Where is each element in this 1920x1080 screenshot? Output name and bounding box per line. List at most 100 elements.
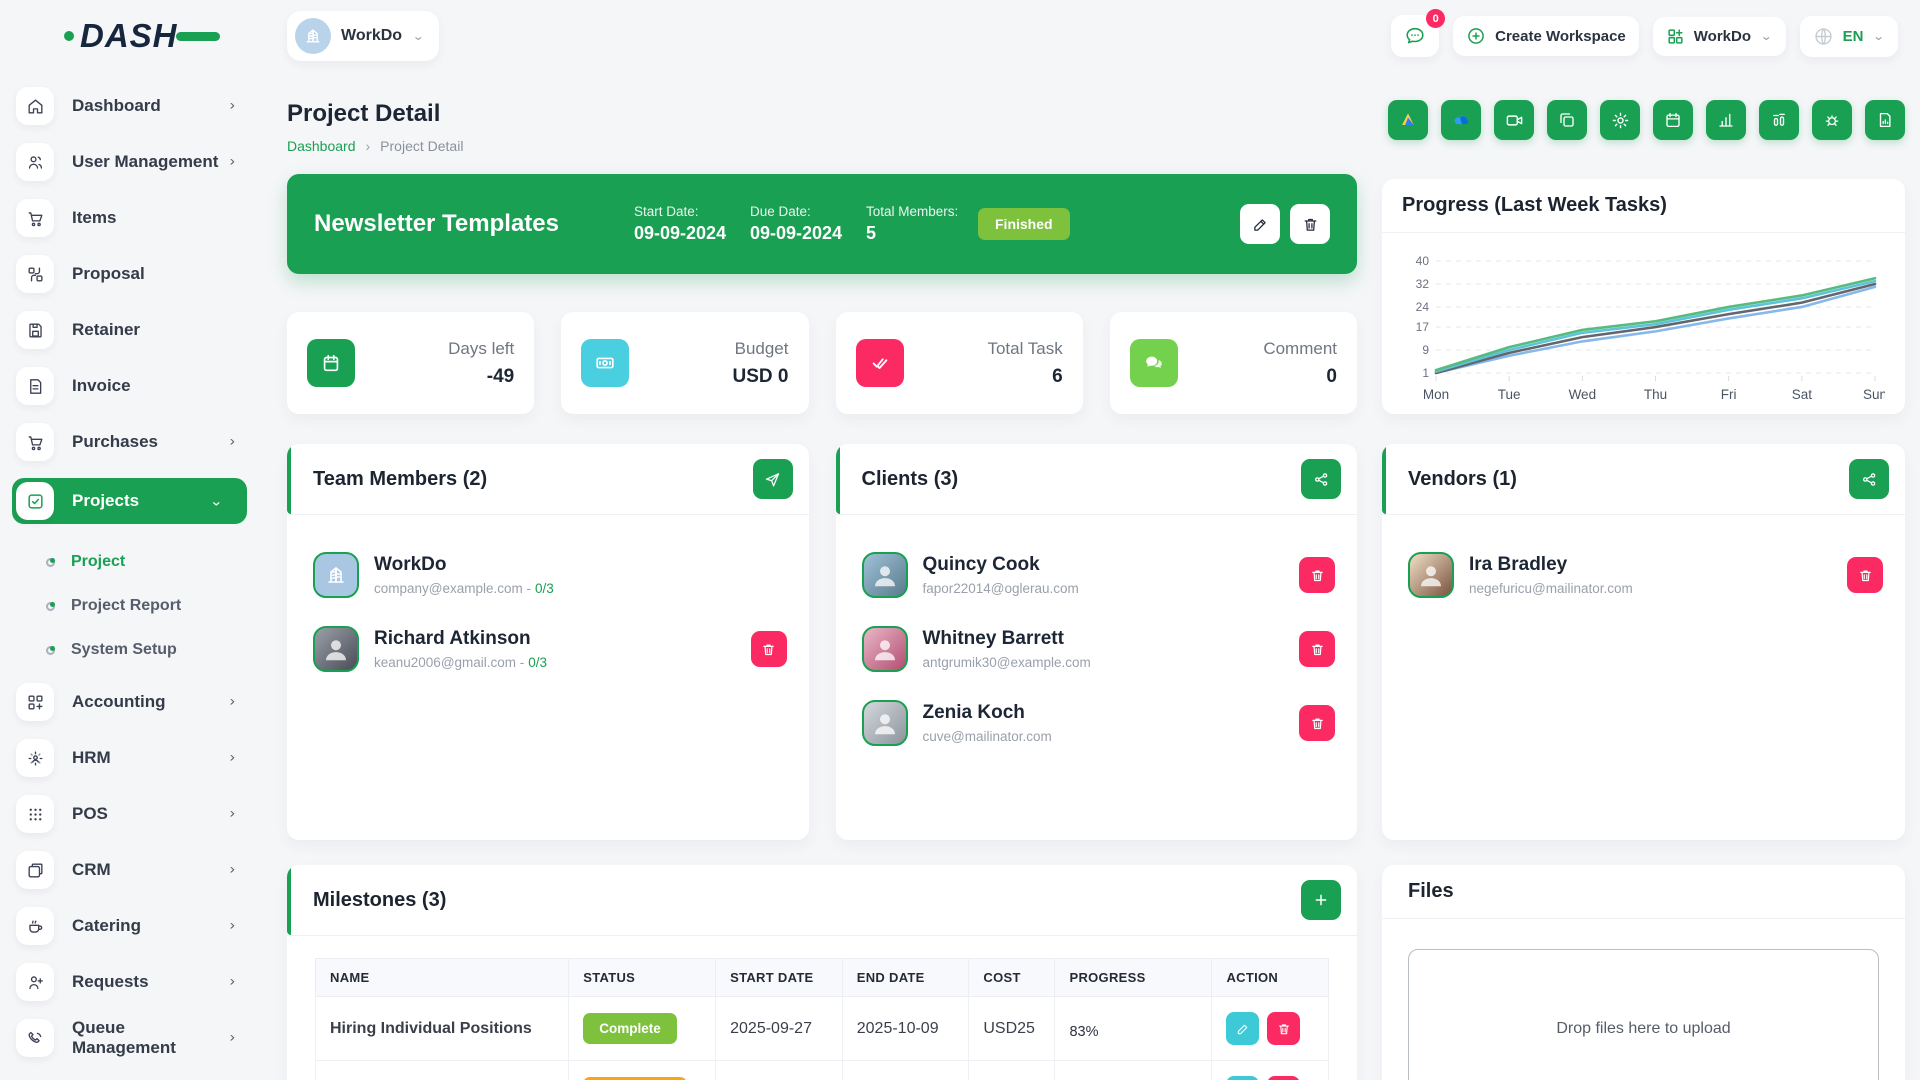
add-milestone-button[interactable] <box>1301 880 1341 920</box>
remove-client-button[interactable] <box>1299 705 1335 741</box>
column-header: NAME <box>316 959 569 997</box>
edit-milestone-button[interactable] <box>1226 1012 1259 1045</box>
member-email: cuve@mailinator.com <box>923 729 1052 744</box>
share-vendors-button[interactable] <box>1849 459 1889 499</box>
remove-member-button[interactable] <box>751 631 787 667</box>
pencil-icon <box>1252 216 1269 233</box>
report-file-button[interactable] <box>1865 100 1905 140</box>
copy-button[interactable] <box>1547 100 1587 140</box>
svg-text:1: 1 <box>1422 366 1429 380</box>
sidebar-item-catering[interactable]: Catering › <box>16 906 247 946</box>
stat-budget: Budget USD 0 <box>561 312 808 414</box>
progress-chart-title: Progress (Last Week Tasks) <box>1402 194 1667 217</box>
sidebar-item-queue-management[interactable]: Queue Management › <box>16 1018 247 1058</box>
svg-text:Sat: Sat <box>1792 387 1813 402</box>
cart-icon <box>16 199 54 237</box>
sidebar-item-purchases[interactable]: Purchases › <box>16 422 247 462</box>
workspace-menu[interactable]: WorkDo ⌄ <box>1653 17 1786 56</box>
sidebar-item-invoice[interactable]: Invoice <box>16 366 247 406</box>
chevron-right-icon: › <box>230 750 235 765</box>
sidebar-item-accounting[interactable]: Accounting › <box>16 682 247 722</box>
progress-chart-card: Progress (Last Week Tasks) 4032241791Mon… <box>1382 179 1905 414</box>
sidebar-subitem-system-setup[interactable]: System Setup <box>16 628 247 672</box>
sidebar-item-crm[interactable]: CRM › <box>16 850 247 890</box>
sidebar-item-retainer[interactable]: Retainer <box>16 310 247 350</box>
column-header: END DATE <box>842 959 969 997</box>
member-name: Zenia Koch <box>923 702 1052 724</box>
bar-chart-icon <box>1717 111 1735 129</box>
sidebar-subitem-project-report[interactable]: Project Report <box>16 584 247 628</box>
column-header: COST <box>969 959 1055 997</box>
column-header: PROGRESS <box>1055 959 1212 997</box>
delete-milestone-button[interactable] <box>1267 1012 1300 1045</box>
onedrive-button[interactable] <box>1441 100 1481 140</box>
remove-vendor-button[interactable] <box>1847 557 1883 593</box>
video-meeting-button[interactable] <box>1494 100 1534 140</box>
chevron-down-icon: ⌄ <box>1760 30 1773 42</box>
line-chart: 4032241791MonTueWedThuFriSatSun <box>1382 233 1905 407</box>
onedrive-icon <box>1450 109 1472 131</box>
edit-milestone-button[interactable] <box>1226 1076 1259 1080</box>
member-email: negefuricu@mailinator.com <box>1469 581 1633 596</box>
avatar <box>1408 552 1454 598</box>
sidebar-item-requests[interactable]: Requests › <box>16 962 247 1002</box>
breadcrumb-separator: › <box>366 138 371 154</box>
sidebar-item-dashboard[interactable]: Dashboard › <box>16 86 247 126</box>
tracker-button[interactable] <box>1759 100 1799 140</box>
share-clients-button[interactable] <box>1301 459 1341 499</box>
invite-member-button[interactable] <box>753 459 793 499</box>
team-members-card: Team Members (2) WorkDo company@example.… <box>287 444 809 840</box>
logo-text: DASH <box>80 17 178 55</box>
status-badge: Complete <box>583 1013 677 1044</box>
workspace-avatar-icon <box>295 18 331 54</box>
delete-project-button[interactable] <box>1290 204 1330 244</box>
edit-project-button[interactable] <box>1240 204 1280 244</box>
sidebar-subitem-project[interactable]: Project <box>16 540 247 584</box>
sidebar-item-proposal[interactable]: Proposal <box>16 254 247 294</box>
sidebar-item-items[interactable]: Items <box>16 198 247 238</box>
page-title: Project Detail <box>287 100 463 128</box>
trash-icon <box>1858 568 1873 583</box>
total-members-block: Total Members: 5 <box>866 204 964 244</box>
gear-icon <box>1611 111 1630 130</box>
language-selector[interactable]: EN ⌄ <box>1800 16 1898 57</box>
target-user-icon <box>16 739 54 777</box>
team-members-title: Team Members (2) <box>313 468 487 491</box>
chevron-right-icon: › <box>230 806 235 821</box>
workspace-switcher[interactable]: WorkDo ⌄ <box>287 11 439 61</box>
messages-button[interactable]: 0 <box>1391 15 1439 57</box>
bug-report-button[interactable] <box>1812 100 1852 140</box>
file-dropzone[interactable]: Drop files here to upload <box>1408 949 1879 1080</box>
remove-client-button[interactable] <box>1299 557 1335 593</box>
plus-circle-icon <box>1466 26 1486 46</box>
delete-milestone-button[interactable] <box>1267 1076 1300 1080</box>
chevron-down-icon: ⌄ <box>1872 30 1885 42</box>
trash-icon <box>1310 642 1325 657</box>
sidebar-item-user-management[interactable]: User Management › <box>16 142 247 182</box>
bullet-icon <box>46 602 55 611</box>
google-drive-button[interactable] <box>1388 100 1428 140</box>
sidebar-item-pos[interactable]: POS › <box>16 794 247 834</box>
bullet-icon <box>46 646 55 655</box>
team-member-row: WorkDo company@example.com -0/3 <box>313 545 787 605</box>
milestones-table: NAME STATUS START DATE END DATE COST PRO… <box>315 958 1329 1080</box>
bullet-icon <box>46 558 55 567</box>
check-square-icon <box>16 482 54 520</box>
svg-text:9: 9 <box>1422 343 1429 357</box>
sidebar-item-projects[interactable]: Projects ⌄ <box>12 478 247 524</box>
create-workspace-button[interactable]: Create Workspace <box>1453 16 1639 56</box>
dots-grid-icon <box>16 795 54 833</box>
progress-label: 83% <box>1069 1024 1197 1040</box>
member-name: WorkDo <box>374 554 554 576</box>
coffee-icon <box>16 907 54 945</box>
breadcrumb-dashboard-link[interactable]: Dashboard <box>287 138 356 154</box>
sidebar-item-hrm[interactable]: HRM › <box>16 738 247 778</box>
svg-text:Sun: Sun <box>1863 387 1885 402</box>
remove-client-button[interactable] <box>1299 631 1335 667</box>
settings-button[interactable] <box>1600 100 1640 140</box>
trash-icon <box>1277 1022 1291 1036</box>
calendar-button[interactable] <box>1653 100 1693 140</box>
chart-button[interactable] <box>1706 100 1746 140</box>
page-header: Project Detail Dashboard › Project Detai… <box>287 100 1905 154</box>
bug-icon <box>1823 111 1841 129</box>
